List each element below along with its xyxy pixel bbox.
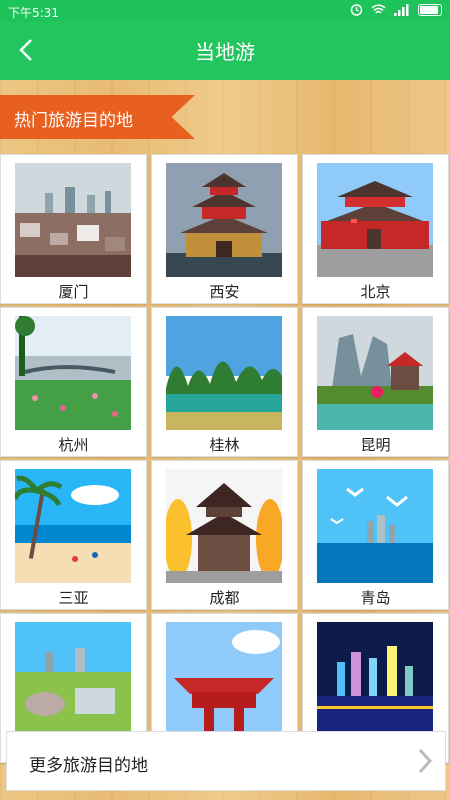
destination-label: 桂林 [209, 436, 240, 454]
section-title: 热门旅游目的地 [14, 111, 133, 131]
destination-card-kunming[interactable]: 昆明 [302, 307, 449, 457]
destination-label: 北京 [360, 283, 391, 301]
destination-label: 杭州 [58, 436, 89, 454]
destination-label: 青岛 [360, 589, 391, 607]
battery-icon [418, 3, 442, 16]
destination-photo [15, 316, 131, 430]
destination-photo [317, 469, 433, 583]
destination-card-xiamen[interactable]: 厦门 [0, 154, 147, 304]
destination-photo [166, 469, 282, 583]
signal-icon [394, 3, 409, 16]
destination-label: 厦门 [58, 283, 89, 301]
destination-label: 三亚 [58, 589, 89, 607]
destination-photo [15, 163, 131, 277]
status-time: 下午5:31 [8, 6, 59, 20]
status-bar: 下午5:31 [0, 0, 450, 22]
more-destinations-label: 更多旅游目的地 [29, 756, 148, 776]
destination-photo [166, 163, 282, 277]
destination-card-qingdao[interactable]: 青岛 [302, 460, 449, 610]
destination-photo [317, 622, 433, 736]
destination-label: 成都 [209, 589, 240, 607]
destination-card-hangzhou[interactable]: 杭州 [0, 307, 147, 457]
destination-card-sanya[interactable]: 三亚 [0, 460, 147, 610]
destination-photo [166, 316, 282, 430]
destination-card-beijing[interactable]: 北京 [302, 154, 449, 304]
destination-card-chengdu[interactable]: 成都 [151, 460, 298, 610]
app-bar: 当地游 [0, 22, 450, 80]
destination-photo [15, 469, 131, 583]
destination-label: 昆明 [360, 436, 391, 454]
section-ribbon: 热门旅游目的地 [0, 95, 195, 139]
wifi-icon [371, 3, 386, 14]
destination-photo [15, 622, 131, 736]
page-title: 当地游 [195, 40, 255, 64]
chevron-right-icon [418, 748, 433, 774]
alarm-icon [350, 4, 363, 16]
destination-photo [166, 622, 282, 736]
destination-photo [317, 163, 433, 277]
destination-card-guilin[interactable]: 桂林 [151, 307, 298, 457]
status-icons [350, 3, 442, 16]
destination-photo [317, 316, 433, 430]
destination-label: 西安 [209, 283, 240, 301]
destination-card-xian[interactable]: 西安 [151, 154, 298, 304]
more-destinations-button[interactable]: 更多旅游目的地 [6, 731, 446, 791]
